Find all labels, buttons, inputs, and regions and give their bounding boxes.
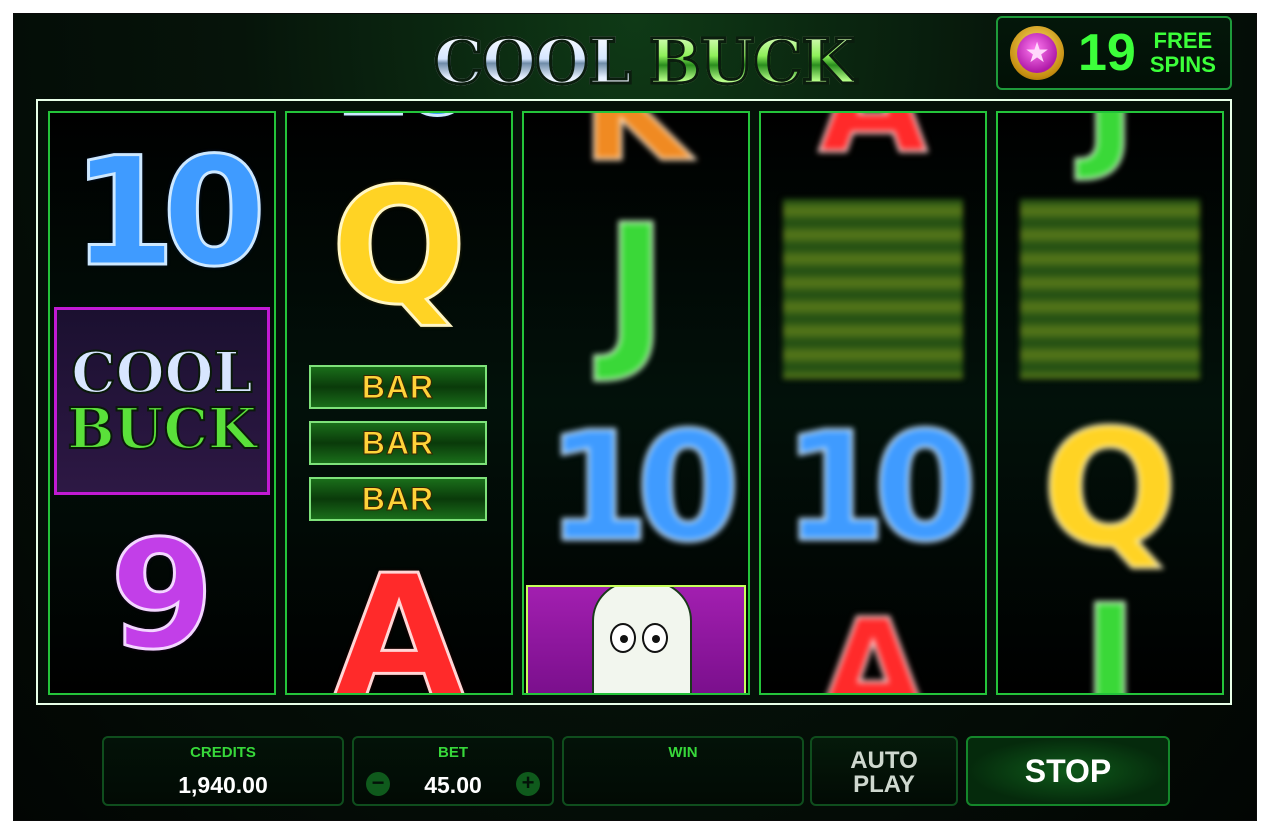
symbol-bar-blurred: [783, 199, 963, 379]
free-spins-counter: ★ 19 FREE SPINS: [996, 16, 1232, 90]
symbol-bar-2: BAR: [309, 421, 487, 465]
game-frame: COOL BUCK ★ 19 FREE SPINS 10 COOL BUCK 9…: [14, 14, 1256, 820]
free-spins-label-2: SPINS: [1149, 52, 1216, 77]
reel-3: K J 10: [522, 111, 750, 695]
bet-increase-button[interactable]: +: [516, 772, 540, 796]
symbol-ace: A: [761, 113, 985, 186]
win-label: WIN: [668, 744, 698, 761]
symbol-cool-buck-wild: COOL BUCK: [54, 307, 270, 495]
reel-4: A 10 A: [759, 111, 987, 695]
reel-area: 10 COOL BUCK 9 10 Q BAR BAR BAR A K J 10: [36, 99, 1232, 705]
symbol-ace: A: [817, 588, 928, 695]
cash-character-icon: [592, 587, 692, 693]
star-coin-icon: ★: [1010, 26, 1064, 80]
symbol-queen: Q: [1040, 393, 1179, 583]
autoplay-button[interactable]: AUTO PLAY: [810, 736, 958, 806]
symbol-ten: 10: [781, 400, 979, 577]
symbol-king: K: [580, 111, 692, 194]
autoplay-label-1: AUTO: [850, 747, 918, 774]
symbol-bar-1: BAR: [309, 365, 487, 409]
credits-value: 1,940.00: [178, 772, 268, 798]
wild-word-buck: BUCK: [66, 396, 257, 462]
symbol-jack: J: [603, 188, 669, 389]
reel-5: J Q J: [996, 111, 1224, 695]
reel-2: 10 Q BAR BAR BAR A: [285, 111, 513, 695]
symbol-ten: 10: [70, 125, 268, 302]
wild-word-cool: COOL: [70, 340, 254, 406]
free-spins-count: 19: [1078, 24, 1136, 82]
symbol-bar-3: BAR: [309, 477, 487, 521]
symbol-nine: 9: [108, 508, 215, 685]
logo-word-buck: BUCK: [647, 25, 857, 98]
symbol-jack: J: [998, 113, 1222, 186]
credits-panel: CREDITS 1,940.00: [102, 736, 344, 806]
bet-panel: BET − 45.00 +: [352, 736, 554, 806]
symbol-ace: A: [332, 538, 467, 695]
symbol-bar-blurred: [1020, 199, 1200, 379]
autoplay-label-2: PLAY: [853, 771, 915, 798]
symbol-ten: 10: [544, 400, 742, 577]
symbol-ten-partial: 10: [287, 113, 511, 142]
credits-label: CREDITS: [190, 744, 256, 761]
logo-word-cool: COOL: [432, 25, 633, 98]
win-panel: WIN: [562, 736, 804, 806]
stop-button[interactable]: STOP: [966, 736, 1170, 806]
free-spins-label-1: FREE: [1153, 28, 1213, 53]
game-logo: COOL BUCK: [374, 18, 914, 106]
symbol-cash-character: [526, 585, 746, 693]
symbol-jack: J: [1081, 573, 1140, 695]
bet-label: BET: [438, 744, 468, 761]
symbol-queen: Q: [329, 151, 468, 341]
reel-1: 10 COOL BUCK 9: [48, 111, 276, 695]
